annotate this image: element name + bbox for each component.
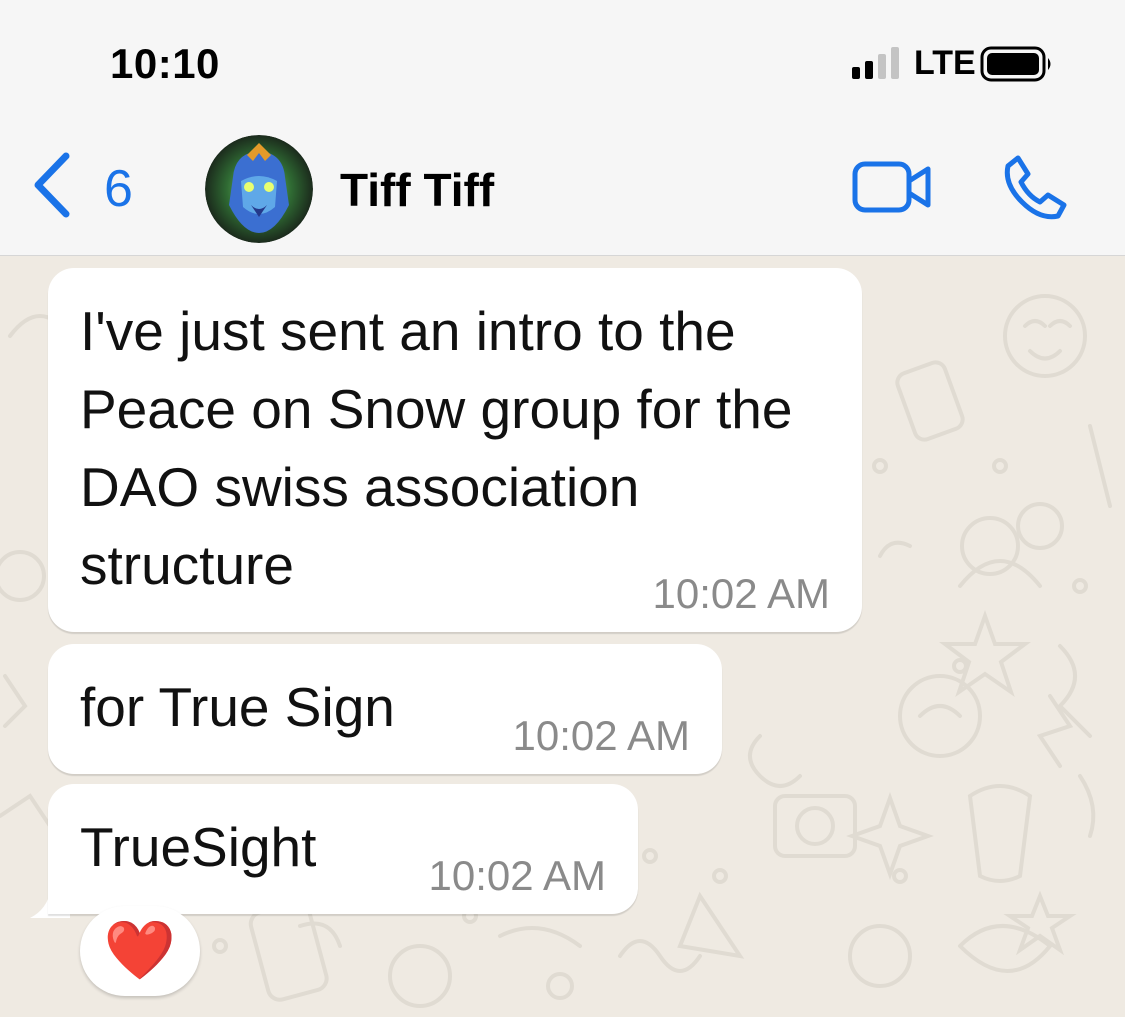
message-text: I've just sent an intro to the Peace on …	[80, 300, 793, 596]
message-timestamp: 10:02 AM	[652, 570, 830, 617]
message-bubble[interactable]: I've just sent an intro to the Peace on …	[48, 268, 862, 632]
contact-name[interactable]: Tiff Tiff	[340, 163, 494, 217]
status-time: 10:10	[110, 40, 220, 87]
battery-icon	[980, 46, 1051, 82]
unread-count[interactable]: 6	[104, 159, 133, 219]
message-timestamp: 10:02 AM	[512, 712, 690, 759]
heart-reaction-icon[interactable]: ❤️	[80, 906, 200, 996]
network-label: LTE	[914, 44, 976, 82]
message-bubble[interactable]: for True Sign 10:02 AM	[48, 644, 722, 774]
phone-icon[interactable]	[1000, 152, 1070, 222]
message-text: TrueSight	[80, 816, 317, 878]
chat-area[interactable]: I've just sent an intro to the Peace on …	[0, 256, 1125, 1017]
video-call-icon[interactable]	[852, 159, 932, 215]
contact-avatar[interactable]	[205, 135, 313, 243]
back-chevron-icon[interactable]	[26, 150, 76, 220]
chat-header: 6 Tiff Tiff	[0, 125, 1125, 256]
message-timestamp: 10:02 AM	[428, 852, 606, 899]
message-bubble[interactable]: TrueSight 10:02 AM	[48, 784, 638, 914]
message-text: for True Sign	[80, 676, 395, 738]
status-bar: 10:10 LTE	[0, 0, 1125, 125]
signal-icon	[852, 47, 899, 79]
